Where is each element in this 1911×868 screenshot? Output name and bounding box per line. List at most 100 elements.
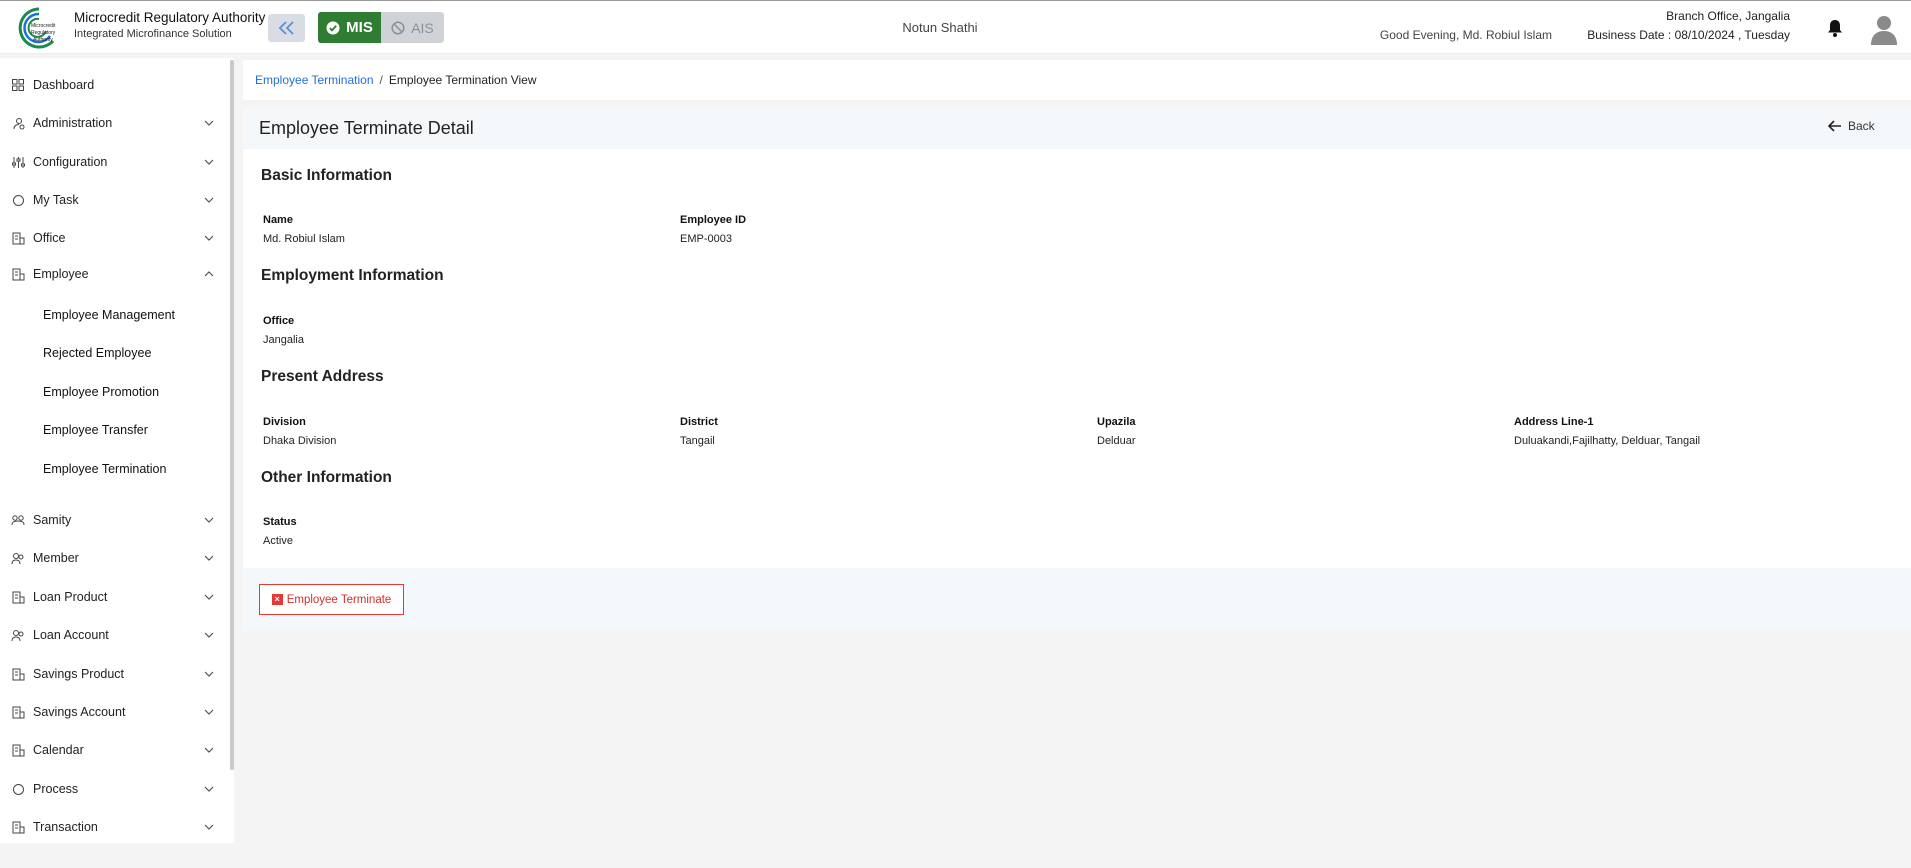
section-title-present-address: Present Address [261,368,384,385]
sidebar-subitem-employee-promotion[interactable]: Employee Promotion [43,379,223,405]
section-title-other-information: Other Information [261,469,392,486]
sidebar-item-label: Calendar [33,743,84,757]
ban-icon [391,20,405,35]
status-value: Active [263,535,293,547]
mra-logo-icon: Microcredit Regulatory Authority [18,7,56,49]
building-icon [11,743,25,757]
chevron-down-icon [204,233,214,243]
building-icon [11,231,25,245]
sidebar-item-label: Dashboard [33,78,95,92]
sidebar-item-label: Samity [33,513,72,527]
division-value: Dhaka Division [263,435,337,447]
chevron-down-icon [204,745,214,755]
sidebar-item-samity[interactable]: Samity [0,505,228,535]
close-box-icon: × [271,594,283,605]
sidebar-item-loan-product[interactable]: Loan Product [0,582,228,612]
arrow-left-icon [1828,120,1841,132]
brand-subtitle: Integrated Microfinance Solution [74,28,232,40]
sidebar-item-label: Configuration [33,155,108,169]
sidebar-subitem-employee-management[interactable]: Employee Management [43,302,223,328]
svg-text:Authority: Authority [33,37,53,43]
chevron-down-icon [204,195,214,205]
name-value: Md. Robiul Islam [263,233,345,245]
svg-text:Regulatory: Regulatory [31,30,56,36]
branch-office: Branch Office, Jangalia [1666,9,1790,23]
chevron-down-icon [204,784,214,794]
office-value: Jangalia [263,334,304,346]
breadcrumb-current: Employee Termination View [388,73,537,87]
sidebar-item-label: Office [33,231,66,245]
address-line-1-value: Duluakandi,Fajilhatty, Delduar, Tangail [1514,435,1701,447]
collapse-sidebar-button[interactable] [268,14,305,42]
chevron-up-icon [204,269,214,279]
sidebar-item-calendar[interactable]: Calendar [0,735,228,765]
mis-label: MIS [346,19,373,36]
sidebar-item-savings-account[interactable]: Savings Account [0,697,228,727]
office-label: Office [263,315,295,327]
sidebar-item-savings-product[interactable]: Savings Product [0,659,228,689]
sidebar-item-label: My Task [33,193,79,207]
breadcrumb-separator: / [379,73,383,87]
sidebar-item-label: Administration [33,116,113,130]
sidebar-scrollbar[interactable] [230,60,234,770]
chevron-down-icon [204,515,214,525]
sidebar: Dashboard Administration Configuration M… [0,58,234,843]
sidebar-item-label: Loan Product [33,590,108,604]
sidebar-subitem-employee-termination[interactable]: Employee Termination [43,456,223,482]
employee-terminate-detail-panel: Employee Terminate Detail Back Basic Inf… [243,107,1911,631]
page-title: Employee Terminate Detail [259,118,474,138]
chevron-down-icon [204,822,214,832]
employee-terminate-button[interactable]: × Employee Terminate [259,584,404,615]
business-date: Business Date : 08/10/2024 , Tuesday [1587,28,1790,42]
mode-switch: MIS AIS [318,12,444,43]
sidebar-item-label: Employee [33,267,89,281]
back-button[interactable]: Back [1828,119,1875,133]
chevron-down-icon [204,157,214,167]
sidebar-item-label: Process [33,782,79,796]
double-chevron-left-icon [278,21,294,35]
chevron-down-icon [204,592,214,602]
sliders-icon [11,155,25,169]
ais-mode-button[interactable]: AIS [381,12,444,43]
panel-header: Employee Terminate Detail Back [243,107,1911,149]
sidebar-item-loan-account[interactable]: Loan Account [0,620,228,650]
employee-id-label: Employee ID [680,214,747,226]
bell-icon[interactable] [1826,18,1844,38]
sidebar-subitem-rejected-employee[interactable]: Rejected Employee [43,340,223,366]
employee-terminate-label: Employee Terminate [286,593,392,606]
chevron-down-icon [204,630,214,640]
check-circle-icon [326,21,340,34]
upazila-value: Delduar [1097,435,1136,447]
sidebar-item-transaction[interactable]: Transaction [0,812,228,842]
sidebar-item-member[interactable]: Member [0,543,228,573]
circle-icon [11,782,25,796]
user-greeting: Good Evening, Md. Robiul Islam [1379,28,1552,42]
breadcrumb-employee-termination-link[interactable]: Employee Termination [255,73,374,87]
chevron-down-icon [204,669,214,679]
sidebar-item-office[interactable]: Office [0,223,228,253]
sidebar-item-configuration[interactable]: Configuration [0,147,228,177]
sidebar-item-employee[interactable]: Employee [0,259,228,289]
building-icon [11,267,25,281]
mis-mode-button[interactable]: MIS [318,12,381,43]
users-icon [11,551,25,565]
name-label: Name [263,214,293,226]
employee-id-value: EMP-0003 [680,233,732,245]
chevron-down-icon [204,118,214,128]
circle-icon [11,193,25,207]
building-icon [11,820,25,834]
brand-title: Microcredit Regulatory Authority [74,10,266,25]
panel-footer [243,568,1911,631]
sidebar-item-administration[interactable]: Administration [0,108,228,138]
sidebar-item-label: Savings Product [33,667,125,681]
sidebar-item-dashboard[interactable]: Dashboard [0,70,228,100]
sidebar-item-my-task[interactable]: My Task [0,185,228,215]
sidebar-subitem-employee-transfer[interactable]: Employee Transfer [43,417,223,443]
building-icon [11,705,25,719]
sidebar-item-label: Loan Account [33,628,109,642]
division-label: Division [263,416,306,428]
user-avatar-icon[interactable] [1869,13,1899,45]
sidebar-item-process[interactable]: Process [0,774,228,804]
admin-icon [11,116,25,130]
section-title-employment-information: Employment Information [261,267,444,284]
